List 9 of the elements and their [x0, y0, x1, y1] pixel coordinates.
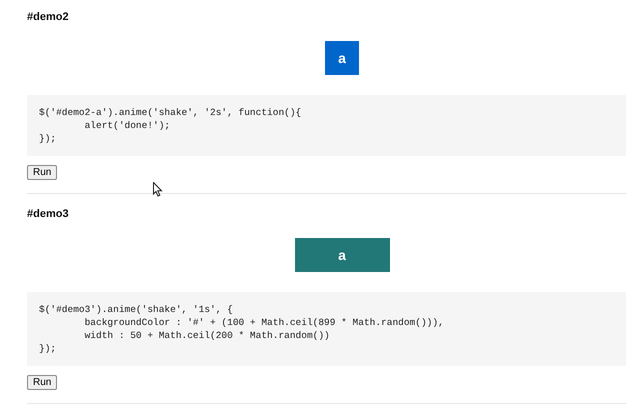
animated-box: a	[325, 41, 359, 75]
demo-heading: #demo2	[27, 11, 70, 23]
demo-heading: #demo3	[27, 208, 70, 220]
code-block: $('#demo2-a').anime('shake', '2s', function(){ alert('done!'); });	[27, 95, 626, 156]
run-button[interactable]: Run	[27, 375, 58, 390]
mouse-pointer-icon	[153, 182, 163, 197]
code-block: $('#demo3').anime('shake', '1s', { backgroundColor : '#' + (100 + Math.ceil(899 * Math.random())), width : 50 + Math.ceil(200 * Math.random()) });	[27, 292, 626, 366]
run-button[interactable]: Run	[27, 165, 58, 180]
animated-box: a	[294, 238, 390, 272]
